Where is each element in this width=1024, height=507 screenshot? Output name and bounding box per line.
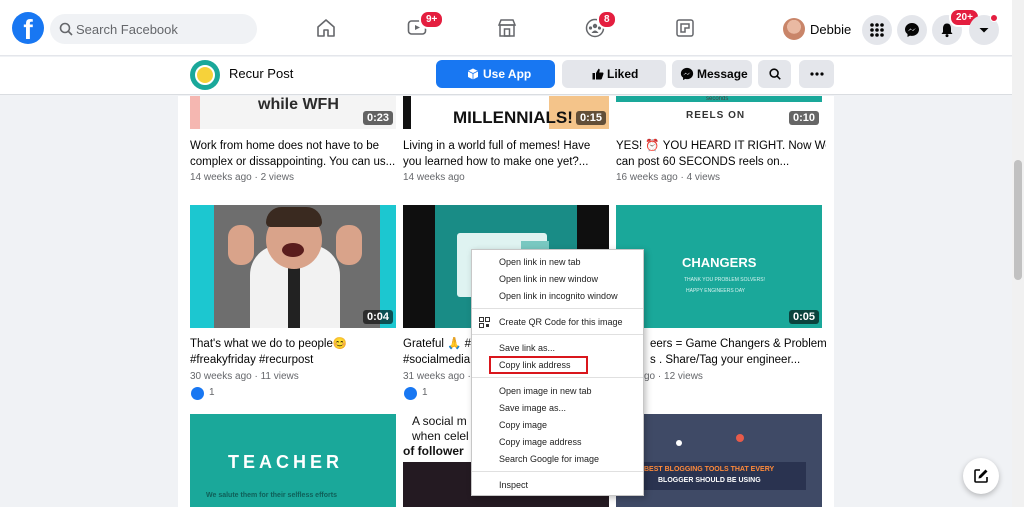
message-button[interactable]: Message xyxy=(672,60,752,88)
thumbnail-text: when celel xyxy=(412,429,469,443)
video-duration: 0:23 xyxy=(362,111,393,125)
thumbnail-small-text: THANK YOU PROBLEM SOLVERS! xyxy=(684,277,765,283)
thumbnail-text: MILLENNIALS! xyxy=(453,108,573,127)
video-thumbnail[interactable]: TEACHER We salute them for their selfles… xyxy=(190,414,396,507)
search-input[interactable] xyxy=(76,14,251,44)
marketplace-icon xyxy=(497,19,517,37)
use-app-button[interactable]: Use App xyxy=(436,60,555,88)
liked-button[interactable]: Liked xyxy=(562,60,666,88)
video-title[interactable]: YES! ⏰ YOU HEARD IT RIGHT. Now We can pos… xyxy=(616,138,826,170)
account-notification-dot xyxy=(990,14,998,22)
use-app-label: Use App xyxy=(483,67,532,81)
video-duration: 0:05 xyxy=(788,310,819,324)
thumbnail-small-text: seconds xyxy=(706,96,729,102)
tab-groups[interactable]: 8 xyxy=(565,10,625,48)
facebook-logo-icon[interactable]: f xyxy=(12,12,44,44)
highlight-box xyxy=(489,356,588,374)
context-menu-item[interactable]: Copy image address xyxy=(472,434,643,451)
context-menu-item[interactable]: Inspect xyxy=(472,477,643,494)
video-duration: 0:15 xyxy=(575,111,606,125)
more-options-button[interactable] xyxy=(799,60,834,88)
thumbs-up-icon xyxy=(191,387,204,400)
tab-gaming[interactable] xyxy=(655,10,715,48)
video-meta: 31 weeks ago · 8 xyxy=(403,371,480,382)
video-title[interactable]: That's what we do to people😊 #freakyfrida… xyxy=(190,336,400,368)
more-icon xyxy=(810,72,824,76)
video-thumbnail[interactable]: MILLENNIALS! 0:15 xyxy=(403,96,609,129)
compose-icon xyxy=(974,469,988,483)
context-menu-item[interactable]: Create QR Code for this image xyxy=(472,314,643,331)
video-thumbnail[interactable]: BEST BLOGGING TOOLS THAT EVERY BLOGGER S… xyxy=(616,414,822,507)
video-meta: go · 12 views xyxy=(644,371,703,382)
watch-badge: 9+ xyxy=(419,10,445,29)
search-icon xyxy=(59,22,73,36)
home-icon xyxy=(317,19,335,37)
notifications-button[interactable]: 20+ xyxy=(932,8,980,45)
thumbs-up-icon xyxy=(404,387,417,400)
context-menu-item[interactable]: Open link in new window xyxy=(472,271,643,288)
video-meta: 14 weeks ago xyxy=(403,172,465,183)
account-button[interactable] xyxy=(969,14,999,45)
thumbnail-text: A social m xyxy=(412,414,467,428)
thumbnail-text: of follower xyxy=(403,444,464,458)
top-navigation-bar: f 9+ 8 Debbie 20+ xyxy=(0,0,1012,56)
video-thumbnail[interactable]: seconds REELS ON 0:10 xyxy=(616,96,822,129)
thumbnail-text: BEST BLOGGING TOOLS THAT EVERY xyxy=(644,466,775,473)
search-icon xyxy=(769,68,781,80)
tab-home[interactable] xyxy=(296,10,356,48)
message-icon xyxy=(680,67,694,81)
tab-watch[interactable]: 9+ xyxy=(387,10,447,48)
video-thumbnail[interactable]: CHANGERS THANK YOU PROBLEM SOLVERS! HAPP… xyxy=(616,205,822,328)
video-thumbnail[interactable]: 0:04 xyxy=(190,205,396,328)
video-title[interactable]: Work from home does not have to be comple… xyxy=(190,138,400,170)
cube-icon xyxy=(467,68,479,80)
liked-label: Liked xyxy=(607,67,639,81)
new-message-button[interactable] xyxy=(963,458,999,494)
groups-badge: 8 xyxy=(597,10,617,29)
thumbnail-text: CHANGERS xyxy=(682,255,757,270)
caret-down-icon xyxy=(979,28,989,33)
video-title[interactable]: eers = Game Changers & Problem s . Share/… xyxy=(650,336,834,368)
page-header-bar: Recur Post Use App Liked Message xyxy=(0,57,1012,95)
video-meta: 14 weeks ago · 2 views xyxy=(190,172,294,183)
thumbnail-text: while WFH xyxy=(258,96,339,113)
context-menu-item[interactable]: Copy image xyxy=(472,417,643,434)
thumbnail-small-text: HAPPY ENGINEERS DAY xyxy=(686,288,745,294)
page-avatar[interactable] xyxy=(190,60,220,90)
video-meta: 30 weeks ago · 11 views xyxy=(190,371,299,382)
avatar xyxy=(783,18,805,40)
context-menu-item[interactable]: Open link in incognito window xyxy=(472,288,643,305)
context-menu-item[interactable]: Open link in new tab xyxy=(472,254,643,271)
tab-marketplace[interactable] xyxy=(477,10,537,48)
thumbnail-text: BLOGGER SHOULD BE USING xyxy=(658,477,761,484)
thumbs-up-icon xyxy=(592,68,604,80)
search-box[interactable] xyxy=(50,14,257,44)
video-duration: 0:04 xyxy=(362,310,393,324)
context-menu-item[interactable]: Search Google for image xyxy=(472,451,643,468)
video-title[interactable]: Living in a world full of memes! Have you… xyxy=(403,138,613,170)
messenger-button[interactable] xyxy=(897,15,927,45)
context-menu-item[interactable]: Open image in new tab xyxy=(472,383,643,400)
context-menu-item[interactable]: Save link as... xyxy=(472,340,643,357)
scroll-thumb[interactable] xyxy=(1014,160,1022,280)
gaming-icon xyxy=(676,19,694,37)
thumbnail-text: REELS ON xyxy=(686,110,746,121)
page-name[interactable]: Recur Post xyxy=(229,66,293,81)
thumbnail-small-text: We salute them for their selfless effort… xyxy=(206,492,337,499)
video-meta: 16 weeks ago · 4 views xyxy=(616,172,720,183)
profile-name: Debbie xyxy=(810,22,852,37)
message-label: Message xyxy=(697,67,748,81)
page-search-button[interactable] xyxy=(758,60,791,88)
menu-grid-icon xyxy=(870,23,884,37)
menu-button[interactable] xyxy=(862,15,892,45)
messenger-icon xyxy=(905,23,919,37)
video-thumbnail[interactable]: while WFH 0:23 xyxy=(190,96,396,129)
page-scrollbar[interactable] xyxy=(1012,0,1024,507)
qr-icon xyxy=(479,317,490,328)
context-menu-item[interactable]: Save image as... xyxy=(472,400,643,417)
thumbnail-text: TEACHER xyxy=(228,452,344,472)
video-duration: 0:10 xyxy=(788,111,819,125)
